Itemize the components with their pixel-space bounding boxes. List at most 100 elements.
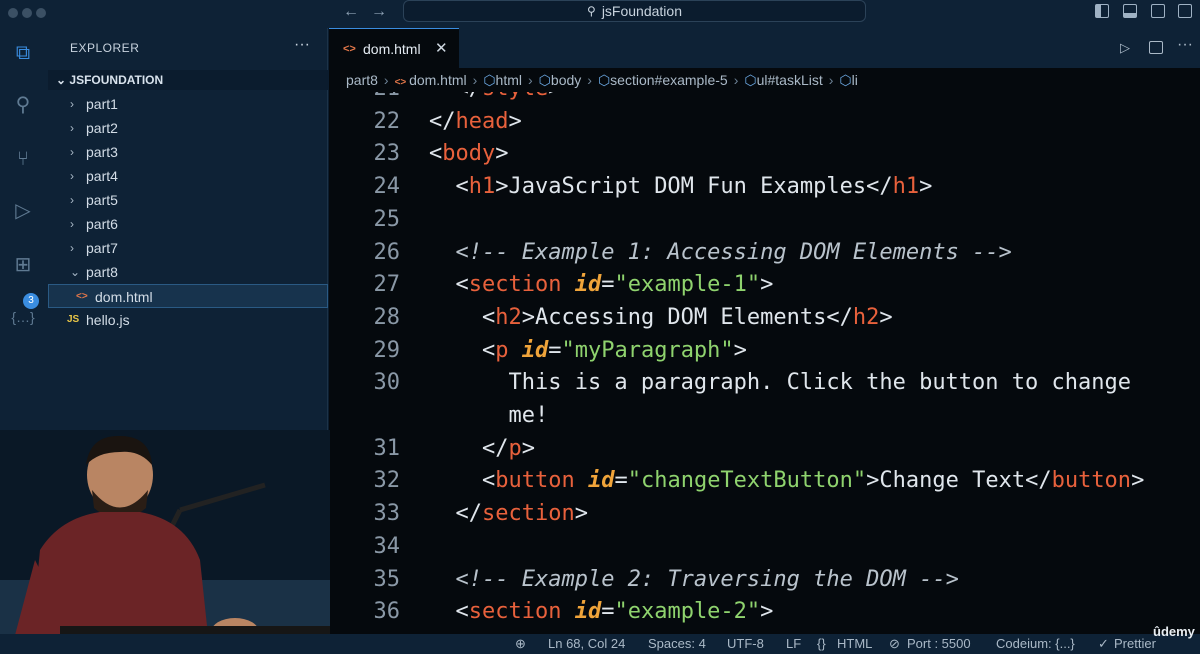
breadcrumb-section[interactable]: section#example-5 bbox=[610, 72, 728, 88]
tree-item-label: part2 bbox=[86, 120, 118, 136]
chevron-right-icon: › bbox=[70, 121, 74, 135]
window-maximize-dot[interactable] bbox=[36, 8, 46, 18]
js-file-icon: JS bbox=[67, 314, 80, 325]
command-center-search[interactable]: ⚲ jsFoundation bbox=[403, 0, 866, 22]
json-icon[interactable]: {…} bbox=[10, 304, 36, 330]
code-line: </head> bbox=[429, 108, 522, 134]
chevron-right-icon: › bbox=[70, 193, 74, 207]
line-number: 34 bbox=[373, 533, 401, 559]
tree-item-label: part5 bbox=[86, 192, 118, 208]
line-number: 22 bbox=[373, 108, 401, 134]
code-line: <!-- Example 2: Traversing the DOM --> bbox=[455, 566, 959, 592]
html-file-icon: <> bbox=[76, 291, 88, 302]
toggle-secondary-sidebar-icon[interactable] bbox=[1151, 4, 1165, 18]
status-bar: ⊕ Ln 68, Col 24 Spaces: 4 UTF-8 LF {} HT… bbox=[0, 624, 1200, 654]
tree-item-part5[interactable]: › part5 bbox=[48, 188, 328, 212]
customize-layout-icon[interactable] bbox=[1178, 4, 1192, 18]
breadcrumb-li[interactable]: li bbox=[852, 72, 858, 88]
symbol-icon: ⬡ bbox=[597, 72, 611, 88]
prettier-status[interactable]: Prettier bbox=[1114, 634, 1156, 654]
search-icon: ⚲ bbox=[587, 4, 596, 18]
breadcrumb-html[interactable]: html bbox=[496, 72, 522, 88]
live-server-icon: ⊘ bbox=[889, 636, 900, 651]
code-line: me! bbox=[429, 403, 549, 428]
line-number: 26 bbox=[373, 239, 401, 265]
extensions-icon[interactable]: ⊞ bbox=[10, 252, 36, 278]
title-bar: ← → ⚲ jsFoundation bbox=[0, 0, 1200, 28]
line-number: 30 bbox=[373, 370, 401, 396]
window-close-dot[interactable] bbox=[8, 8, 18, 18]
source-control-icon[interactable]: ⑂ bbox=[10, 146, 36, 172]
forward-arrow-icon[interactable]: → bbox=[371, 3, 387, 21]
webcam-overlay bbox=[0, 430, 330, 654]
braces-icon: {} bbox=[817, 636, 826, 651]
split-editor-icon[interactable] bbox=[1149, 41, 1163, 54]
code-line: <h1>JavaScript DOM Fun Examples</h1> bbox=[429, 174, 933, 200]
line-ending[interactable]: LF bbox=[786, 634, 801, 654]
symbol-icon: ⬡ bbox=[538, 72, 551, 88]
accounts-icon[interactable]: ⊕ bbox=[515, 634, 526, 654]
codeium-status[interactable]: Codeium: {...} bbox=[996, 634, 1075, 654]
indentation[interactable]: Spaces: 4 bbox=[648, 634, 706, 654]
breadcrumb-ul[interactable]: ul#taskList bbox=[757, 72, 823, 88]
line-number: 27 bbox=[373, 272, 401, 298]
breadcrumb: part8 › <> dom.html › ⬡html › ⬡body › ⬡section#e… bbox=[329, 68, 1200, 92]
live-server-port[interactable]: Port : 5500 bbox=[907, 634, 971, 654]
code-line: </section> bbox=[429, 501, 588, 527]
line-number: 31 bbox=[373, 435, 401, 461]
breadcrumb-part8[interactable]: part8 bbox=[346, 72, 378, 88]
html-icon: <> bbox=[394, 77, 410, 88]
line-number: 36 bbox=[373, 599, 401, 625]
toggle-panel-icon[interactable] bbox=[1123, 4, 1137, 18]
more-actions-icon[interactable]: ··· bbox=[294, 36, 310, 54]
tree-item-part3[interactable]: › part3 bbox=[48, 140, 328, 164]
language-mode[interactable]: HTML bbox=[837, 634, 872, 654]
editor-area: <> dom.html ✕ ▷ ··· part8 › <> dom.html › ⬡h… bbox=[329, 28, 1200, 634]
window-minimize-dot[interactable] bbox=[22, 8, 32, 18]
tree-item-part1[interactable]: › part1 bbox=[48, 92, 328, 116]
chevron-right-icon: › bbox=[70, 241, 74, 255]
tree-item-label: part4 bbox=[86, 168, 118, 184]
line-number: 32 bbox=[373, 468, 401, 494]
tree-item-part4[interactable]: › part4 bbox=[48, 164, 328, 188]
symbol-icon: ⬡ bbox=[483, 72, 496, 88]
line-number: 25 bbox=[373, 206, 401, 232]
chevron-right-icon: › bbox=[70, 217, 74, 231]
search-icon[interactable]: ⚲ bbox=[10, 92, 36, 118]
tree-item-label: part3 bbox=[86, 144, 118, 160]
symbol-icon: ⬡ bbox=[744, 72, 757, 88]
cursor-position[interactable]: Ln 68, Col 24 bbox=[548, 634, 625, 654]
tab-dom-html[interactable]: <> dom.html ✕ bbox=[329, 28, 459, 68]
tree-item-part8[interactable]: ⌄ part8 bbox=[48, 260, 328, 284]
code-editor[interactable]: 21 </style> 22 </head> 23 <body> 24 <h1>JavaS… bbox=[329, 92, 1200, 634]
chevron-right-icon: › bbox=[70, 145, 74, 159]
breadcrumb-dom-html[interactable]: dom.html bbox=[409, 72, 467, 88]
tree-item-part2[interactable]: › part2 bbox=[48, 116, 328, 140]
line-number: 23 bbox=[373, 141, 401, 167]
tree-item-label: part6 bbox=[86, 216, 118, 232]
code-line: This is a paragraph. Click the button to… bbox=[429, 370, 1131, 396]
run-debug-icon[interactable]: ▷ bbox=[10, 198, 36, 224]
run-icon[interactable]: ▷ bbox=[1120, 40, 1130, 56]
breadcrumb-body[interactable]: body bbox=[551, 72, 581, 88]
tree-item-part6[interactable]: › part6 bbox=[48, 212, 328, 236]
tree-item-label: hello.js bbox=[86, 312, 130, 328]
explorer-icon[interactable]: ⧉ bbox=[10, 40, 36, 66]
tree-item-part7[interactable]: › part7 bbox=[48, 236, 328, 260]
workspace-root[interactable]: ⌄ JSFOUNDATION bbox=[48, 70, 328, 90]
tree-item-label: part1 bbox=[86, 96, 118, 112]
tree-item-dom-html[interactable]: <> dom.html bbox=[48, 284, 328, 308]
check-icon: ✓ bbox=[1098, 636, 1109, 651]
code-line: </p> bbox=[429, 435, 535, 461]
code-line: <body> bbox=[429, 141, 509, 167]
encoding[interactable]: UTF-8 bbox=[727, 634, 764, 654]
html-icon: <> bbox=[343, 43, 356, 55]
tree-item-hello-js[interactable]: JS hello.js bbox=[48, 308, 328, 332]
chevron-right-icon: › bbox=[70, 97, 74, 111]
close-icon[interactable]: ✕ bbox=[435, 29, 448, 69]
more-actions-icon[interactable]: ··· bbox=[1177, 36, 1193, 54]
chevron-down-icon: ⌄ bbox=[70, 265, 81, 279]
toggle-sidebar-icon[interactable] bbox=[1095, 4, 1109, 18]
line-number: 28 bbox=[373, 304, 401, 330]
back-arrow-icon[interactable]: ← bbox=[343, 3, 359, 21]
